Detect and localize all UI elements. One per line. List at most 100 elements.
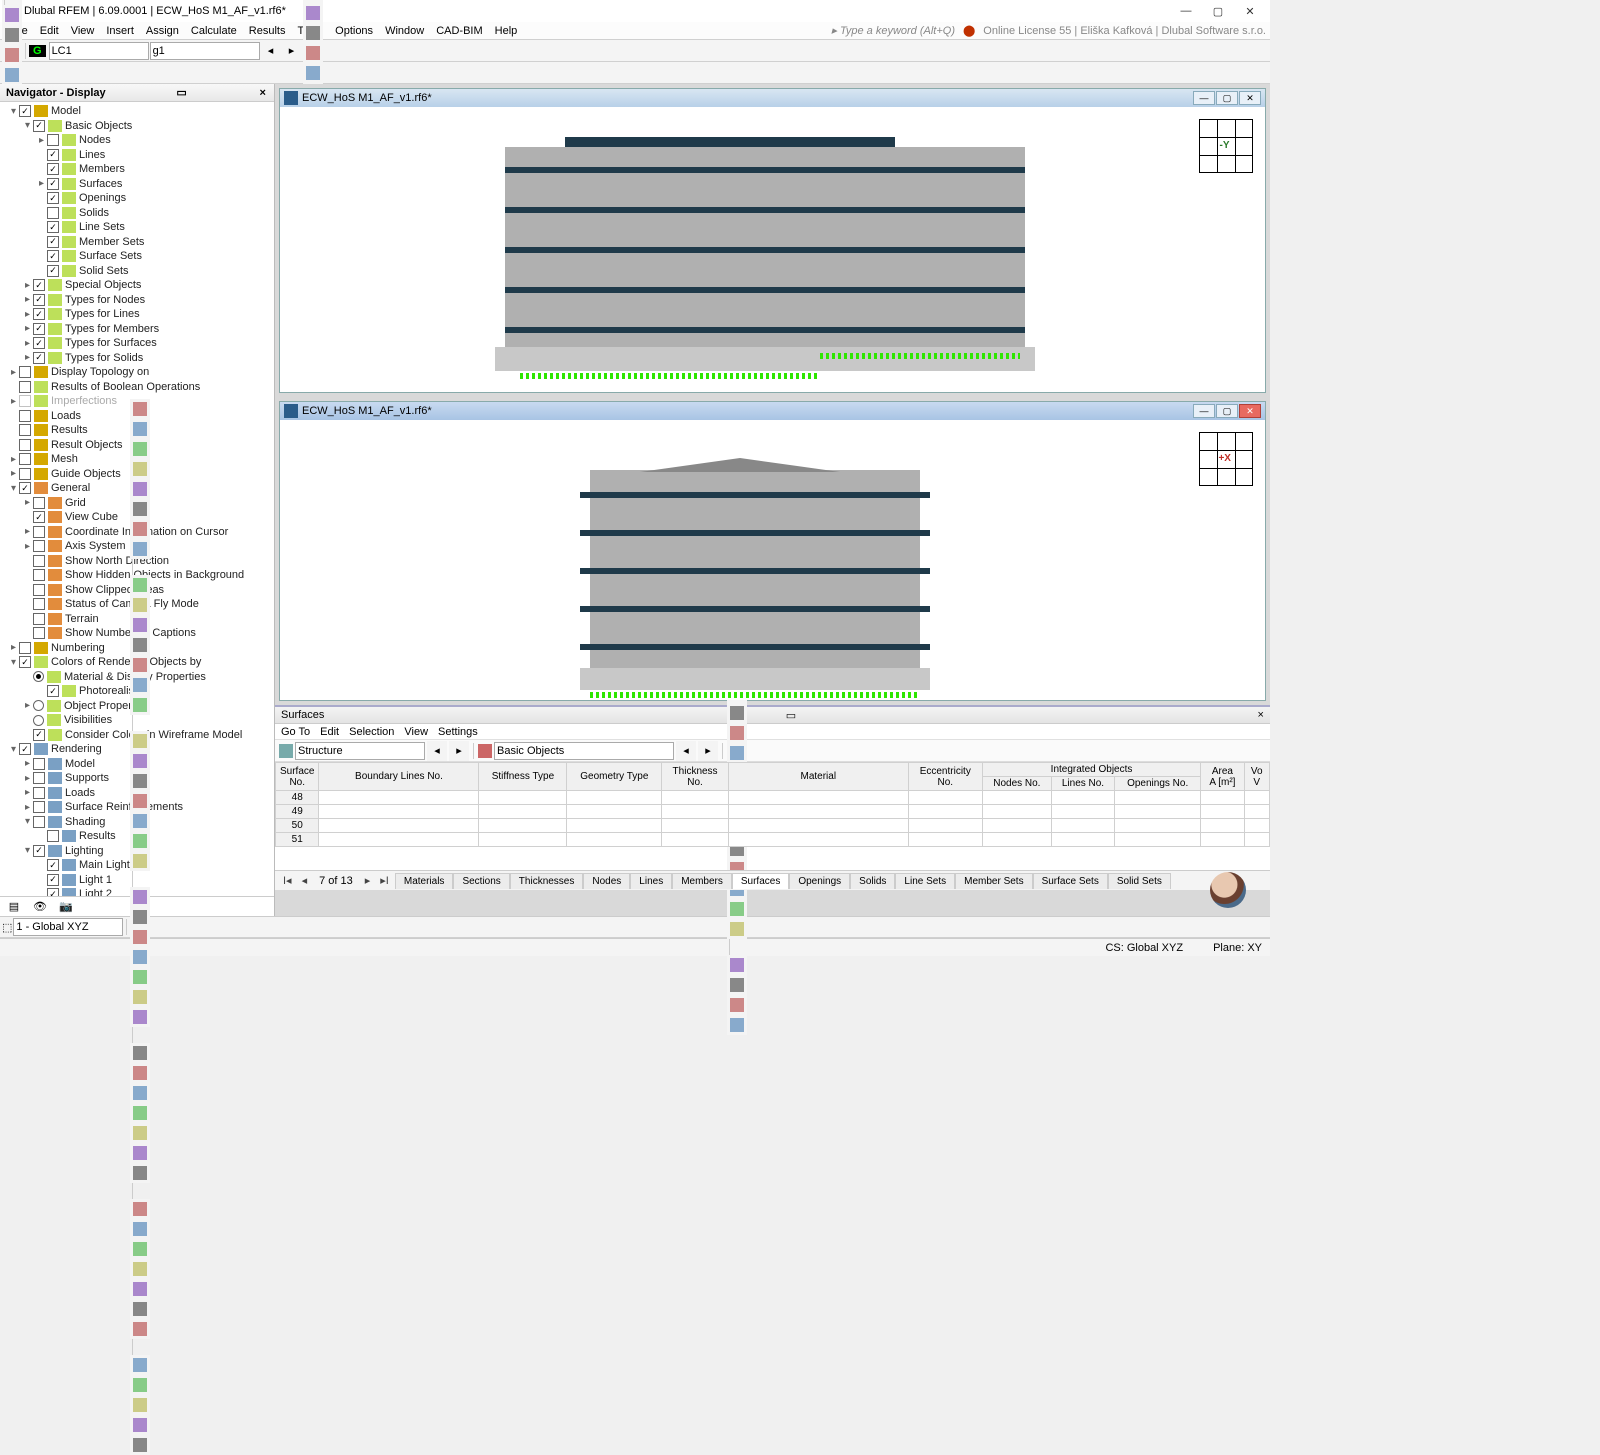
tabs-next[interactable]: ▸ [361, 874, 375, 887]
view-cube-1[interactable]: -Y [1199, 119, 1253, 173]
navigator-close-icon[interactable]: × [258, 87, 268, 99]
toolbar1r-btn-13[interactable] [303, 63, 323, 83]
tree-item-surface-sets[interactable]: Surface Sets [2, 249, 274, 264]
toolbar3-btn-39[interactable] [130, 1259, 150, 1279]
surftool-btn-21[interactable] [727, 919, 747, 939]
menu-assign[interactable]: Assign [140, 24, 185, 38]
table-row[interactable]: 50 [276, 819, 1270, 833]
keyword-search[interactable]: ▸ Type a keyword (Alt+Q) [831, 24, 955, 37]
tab-members[interactable]: Members [672, 873, 732, 889]
viewport-1-canvas[interactable]: -Y [280, 107, 1265, 392]
surftool-btn-12[interactable] [727, 723, 747, 743]
tab-openings[interactable]: Openings [789, 873, 850, 889]
toolbar3-btn-20[interactable] [130, 831, 150, 851]
tree-item-openings[interactable]: Openings [2, 191, 274, 206]
tab-line-sets[interactable]: Line Sets [895, 873, 955, 889]
surfaces-menu-edit[interactable]: Edit [320, 726, 339, 738]
surftool-btn-25[interactable] [727, 1015, 747, 1035]
toolbar3-btn-8[interactable] [130, 575, 150, 595]
window-minimize-button[interactable]: — [1170, 1, 1202, 21]
toolbar3-btn-2[interactable] [130, 439, 150, 459]
menu-results[interactable]: Results [243, 24, 292, 38]
menu-window[interactable]: Window [379, 24, 430, 38]
toolbar3-btn-41[interactable] [130, 1299, 150, 1319]
tree-item-member-sets[interactable]: Member Sets [2, 235, 274, 250]
navigator-pin-icon[interactable]: ▭ [174, 86, 188, 99]
toolbar3-btn-34[interactable] [130, 1143, 150, 1163]
table-row[interactable]: 48 [276, 791, 1270, 805]
tree-item-basic-objects[interactable]: ▾Basic Objects [2, 119, 274, 134]
toolbar3-btn-31[interactable] [130, 1083, 150, 1103]
viewport-2-close[interactable]: ✕ [1239, 404, 1261, 418]
viewport-1-min[interactable]: — [1193, 91, 1215, 105]
view-cube-2[interactable]: +X [1199, 432, 1253, 486]
toolbar3-btn-17[interactable] [130, 771, 150, 791]
nav-data-icon[interactable]: ▤ [4, 899, 24, 915]
toolbar3-btn-40[interactable] [130, 1279, 150, 1299]
toolbar3-btn-3[interactable] [130, 459, 150, 479]
cs-combo[interactable] [13, 918, 123, 936]
toolbar3-btn-43[interactable] [130, 1355, 150, 1375]
tab-surfaces[interactable]: Surfaces [732, 873, 789, 889]
tree-item-types-for-surfaces[interactable]: ▸Types for Surfaces [2, 336, 274, 351]
viewport-1-close[interactable]: ✕ [1239, 91, 1261, 105]
surfaces-menu-selection[interactable]: Selection [349, 726, 394, 738]
viewport-1-max[interactable]: ▢ [1216, 91, 1238, 105]
menu-edit[interactable]: Edit [34, 24, 65, 38]
toolbar3-btn-38[interactable] [130, 1239, 150, 1259]
lc-code-select[interactable] [49, 42, 149, 60]
toolbar3-btn-46[interactable] [130, 1415, 150, 1435]
toolbar2-btn-24[interactable] [2, 45, 22, 65]
tree-item-special-objects[interactable]: ▸Special Objects [2, 278, 274, 293]
tab-sections[interactable]: Sections [453, 873, 509, 889]
toolbar3-btn-21[interactable] [130, 851, 150, 871]
tree-item-members[interactable]: Members [2, 162, 274, 177]
toolbar3-btn-6[interactable] [130, 519, 150, 539]
surfaces-menu-settings[interactable]: Settings [438, 726, 478, 738]
tree-item-lines[interactable]: Lines [2, 148, 274, 163]
tree-item-types-for-nodes[interactable]: ▸Types for Nodes [2, 293, 274, 308]
viewport-2-canvas[interactable]: +X [280, 420, 1265, 700]
tree-item-display-topology-on[interactable]: ▸Display Topology on [2, 365, 274, 380]
tree-item-types-for-solids[interactable]: ▸Types for Solids [2, 351, 274, 366]
toolbar3-btn-5[interactable] [130, 499, 150, 519]
tree-item-nodes[interactable]: ▸Nodes [2, 133, 274, 148]
tabs-prev[interactable]: ◂ [298, 874, 312, 887]
menu-options[interactable]: Options [329, 24, 379, 38]
toolbar2-btn-23[interactable] [2, 25, 22, 45]
toolbar2-btn-25[interactable] [2, 65, 22, 85]
toolbar3-btn-23[interactable] [130, 907, 150, 927]
surftool-btn-20[interactable] [727, 899, 747, 919]
toolbar3-btn-13[interactable] [130, 675, 150, 695]
table-row[interactable]: 49 [276, 805, 1270, 819]
tab-nodes[interactable]: Nodes [583, 873, 630, 889]
toolbar3-btn-12[interactable] [130, 655, 150, 675]
toolbar3-btn-25[interactable] [130, 947, 150, 967]
surfaces-pin-icon[interactable]: ▭ [786, 709, 796, 722]
toolbar3-btn-10[interactable] [130, 615, 150, 635]
basicobj-combo[interactable] [494, 742, 674, 760]
tree-item-types-for-members[interactable]: ▸Types for Members [2, 322, 274, 337]
surfaces-menu-go-to[interactable]: Go To [281, 726, 310, 738]
surfaces-grid[interactable]: SurfaceNo.Boundary Lines No.Stiffness Ty… [275, 762, 1270, 870]
toolbar1r-btn-12[interactable] [303, 43, 323, 63]
tab-surface-sets[interactable]: Surface Sets [1033, 873, 1108, 889]
assistant-avatar[interactable] [1210, 872, 1246, 908]
nav-eye-icon[interactable]: 👁 [30, 899, 50, 915]
lc-prev-button[interactable]: ◂ [261, 41, 281, 61]
viewport-2-titlebar[interactable]: ECW_HoS M1_AF_v1.rf6* — ▢ ✕ [280, 402, 1265, 420]
toolbar3-btn-15[interactable] [130, 731, 150, 751]
toolbar3-btn-37[interactable] [130, 1219, 150, 1239]
surftool-btn-23[interactable] [727, 975, 747, 995]
basicobj-prev[interactable]: ◂ [676, 741, 696, 761]
structure-next[interactable]: ▸ [449, 741, 469, 761]
toolbar3-btn-9[interactable] [130, 595, 150, 615]
surfaces-menu-view[interactable]: View [404, 726, 428, 738]
table-row[interactable]: 51 [276, 833, 1270, 847]
tree-item-model[interactable]: ▾Model [2, 104, 274, 119]
toolbar3-btn-35[interactable] [130, 1163, 150, 1183]
viewport-2-max[interactable]: ▢ [1216, 404, 1238, 418]
toolbar3-btn-19[interactable] [130, 811, 150, 831]
tab-lines[interactable]: Lines [630, 873, 672, 889]
surftool-btn-13[interactable] [727, 743, 747, 763]
